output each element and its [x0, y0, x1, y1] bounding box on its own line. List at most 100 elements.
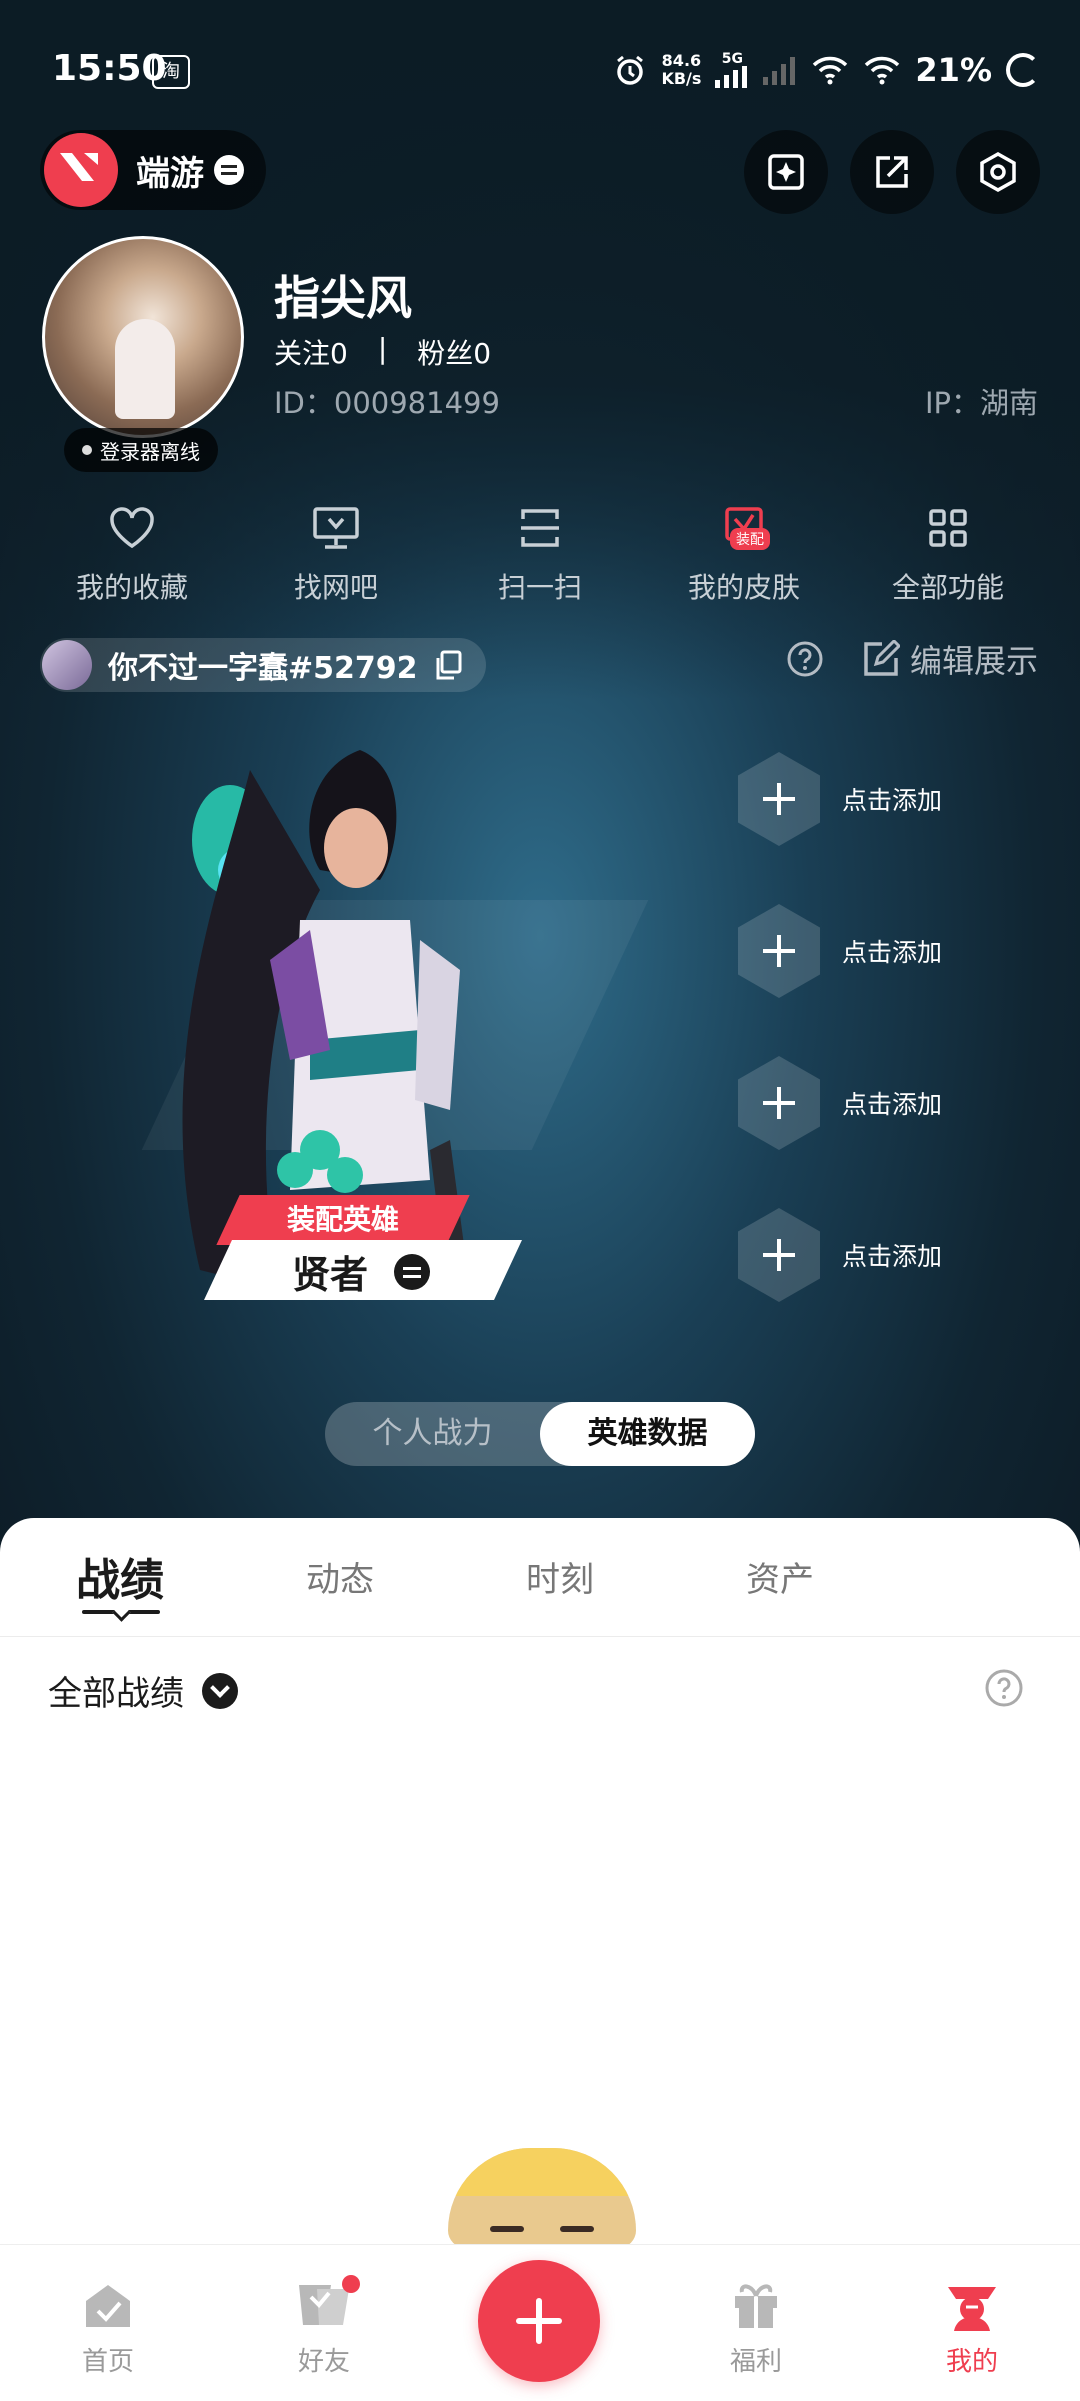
plus-hexagon-icon [738, 752, 820, 846]
app-name: 端游 [136, 153, 204, 194]
edit-display-label: 编辑展示 [909, 642, 1038, 680]
wifi-icon-2 [865, 56, 900, 85]
game-avatar [42, 640, 92, 690]
settings-hexagon-icon [980, 151, 1016, 193]
chevron-down-icon [202, 1672, 238, 1709]
tab-assets[interactable]: 资产 [746, 1552, 814, 1601]
plus-hexagon-icon [738, 1208, 820, 1302]
status-indicators: 84.6 KB/s 5G 21% [613, 48, 1040, 92]
valorant-logo-icon [44, 133, 118, 207]
fans-count: 0 [473, 337, 492, 370]
network-type: 5G [721, 51, 744, 67]
add-slot-label: 点击添加 [842, 1242, 943, 1271]
hero-data-tab[interactable]: 英雄数据 [540, 1402, 755, 1466]
offline-dot-icon [82, 445, 92, 455]
copy-icon[interactable] [434, 650, 462, 680]
favorites-label: 我的收藏 [75, 571, 188, 604]
nav-welfare-label: 福利 [729, 2347, 782, 2377]
add-slot-1[interactable]: 点击添加 [738, 752, 942, 846]
my-skins-label: 我的皮肤 [687, 571, 800, 604]
avatar[interactable] [42, 236, 244, 438]
gift-icon [735, 2284, 777, 2328]
following-stat[interactable]: 关注0 [274, 332, 348, 372]
find-netcafe-label: 找网吧 [293, 571, 378, 604]
equipped-tag: 装配 [730, 528, 770, 550]
launcher-offline-badge: 登录器离线 [64, 428, 218, 472]
swap-icon [214, 155, 244, 185]
profile-page: 15:50 淘 84.6 KB/s 5G 21% 端游 登录器离线 指尖风 关注… [0, 0, 1080, 2401]
stats-toggle: 个人战力 英雄数据 [325, 1402, 755, 1466]
edit-display-button[interactable]: 编辑展示 [862, 636, 1038, 682]
monitor-icon [313, 507, 359, 549]
battery-level: 21% [915, 51, 992, 89]
sparkle-edit-icon [768, 154, 804, 190]
edit-icon [864, 640, 900, 676]
create-post-button[interactable] [478, 2260, 600, 2382]
tab-record[interactable]: 战绩 [76, 1544, 164, 1608]
hero-swap-icon[interactable] [394, 1254, 430, 1290]
share-button[interactable] [850, 130, 934, 214]
network-speed: 84.6 KB/s [661, 52, 701, 88]
scan-button[interactable]: 扫一扫 [438, 500, 642, 610]
app-switch-button[interactable]: 端游 [40, 130, 266, 210]
plus-hexagon-icon [738, 904, 820, 998]
nav-home[interactable]: 首页 [48, 2275, 168, 2378]
following-label: 关注 [274, 337, 331, 370]
find-netcafe-button[interactable]: 找网吧 [234, 500, 438, 610]
home-icon [86, 2285, 130, 2327]
game-account-chip[interactable]: 你不过一字蠢#52792 [40, 638, 486, 692]
function-row: 我的收藏 找网吧 扫一扫 装配 我的皮肤 全部功能 [0, 500, 1080, 610]
add-slot-label: 点击添加 [842, 938, 943, 967]
all-functions-button[interactable]: 全部功能 [846, 500, 1050, 610]
settings-button[interactable] [956, 130, 1040, 214]
add-slot-2[interactable]: 点击添加 [738, 904, 942, 998]
taobao-notification-icon: 淘 [152, 55, 190, 89]
offline-badge-label: 登录器离线 [100, 439, 200, 464]
stats-divider: | [377, 332, 388, 365]
nav-friends-label: 好友 [297, 2347, 350, 2377]
ai-edit-button[interactable] [744, 130, 828, 214]
plus-icon [516, 2298, 562, 2344]
user-id: ID：000981499 [274, 386, 500, 420]
notification-dot [342, 2275, 360, 2293]
nav-me[interactable]: 我的 [912, 2275, 1032, 2378]
tab-feed[interactable]: 动态 [306, 1552, 374, 1601]
nav-welfare[interactable]: 福利 [696, 2275, 816, 2378]
username: 指尖风 [274, 271, 412, 325]
nav-home-label: 首页 [81, 2347, 134, 2377]
my-skins-button[interactable]: 装配 我的皮肤 [642, 500, 846, 610]
record-help-icon[interactable] [984, 1668, 1024, 1708]
tab-moments[interactable]: 时刻 [526, 1552, 594, 1601]
add-slot-label: 点击添加 [842, 786, 943, 815]
network-speed-value: 84.6 [661, 51, 702, 70]
hero-name: 贤者 [292, 1253, 369, 1297]
scan-label: 扫一扫 [497, 571, 582, 604]
heart-icon [110, 507, 154, 549]
equipped-hero-tag: 装配英雄 [286, 1203, 399, 1236]
add-slot-4[interactable]: 点击添加 [738, 1208, 942, 1302]
ip-location: IP：湖南 [924, 386, 1038, 420]
grid-icon [929, 509, 967, 547]
fans-label: 粉丝 [417, 337, 474, 370]
signal-icon [715, 66, 748, 88]
riot-id: 你不过一字蠢#52792 [108, 651, 418, 686]
status-bar: 15:50 淘 84.6 KB/s 5G 21% [0, 0, 1080, 140]
add-slot-3[interactable]: 点击添加 [738, 1056, 942, 1150]
mascot-character-image [448, 2148, 636, 2248]
battery-ring-icon [1006, 53, 1040, 87]
fans-stat[interactable]: 粉丝0 [417, 332, 491, 372]
status-time: 15:50 [52, 48, 167, 89]
wifi-icon [813, 56, 848, 85]
nav-friends[interactable]: 好友 [264, 2275, 384, 2378]
cellular-signal: 5G [715, 52, 749, 88]
record-filter-dropdown[interactable]: 全部战绩 [48, 1666, 238, 1715]
plus-hexagon-icon [738, 1056, 820, 1150]
add-slot-label: 点击添加 [842, 1090, 943, 1119]
personal-power-tab[interactable]: 个人战力 [325, 1402, 540, 1466]
header-actions [744, 130, 1040, 214]
content-tabs: 战绩 动态 时刻 资产 [0, 1518, 1080, 1637]
share-icon [876, 156, 908, 188]
help-icon[interactable] [786, 640, 824, 678]
favorites-button[interactable]: 我的收藏 [30, 500, 234, 610]
scan-icon [521, 509, 559, 547]
